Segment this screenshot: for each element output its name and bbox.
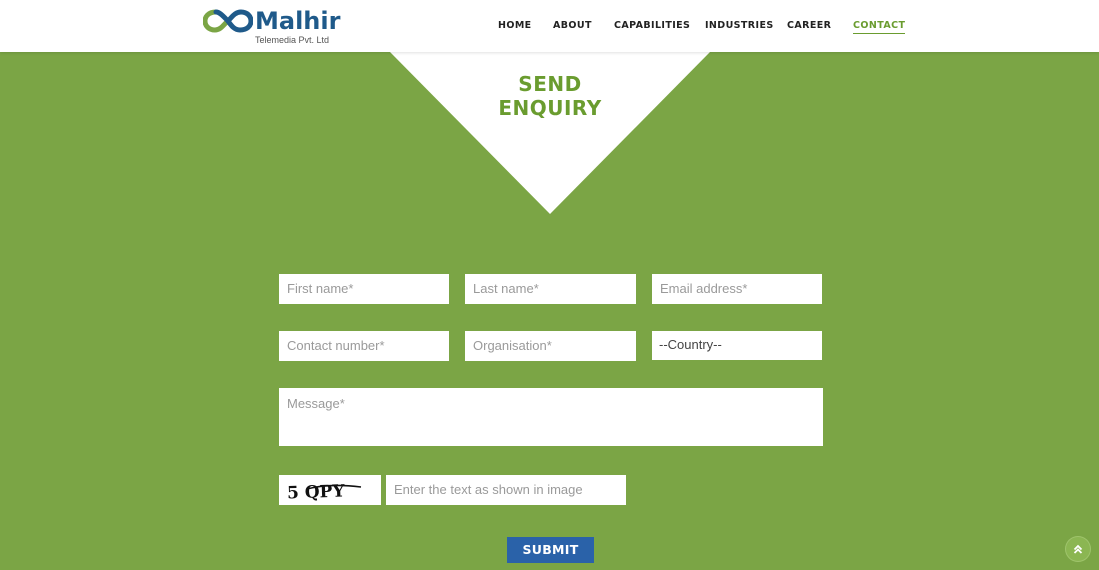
first-name-field[interactable]: First name* xyxy=(279,274,449,304)
nav-item-industries[interactable]: INDUSTRIES xyxy=(705,20,774,32)
brand-logo[interactable]: Malhir Telemedia Pvt. Ltd xyxy=(203,6,341,46)
infinity-logo-icon xyxy=(203,9,253,33)
double-chevron-up-icon xyxy=(1073,544,1083,554)
nav-item-about[interactable]: ABOUT xyxy=(553,20,592,32)
enquiry-heading-line1: SEND xyxy=(518,72,582,96)
nav-item-career[interactable]: CAREER xyxy=(787,20,831,32)
scroll-top-button[interactable] xyxy=(1066,537,1090,561)
enquiry-heading: SEND ENQUIRY xyxy=(470,72,630,120)
nav-item-capabilities[interactable]: CAPABILITIES xyxy=(614,20,690,32)
brand-subtitle: Telemedia Pvt. Ltd xyxy=(255,35,330,45)
organisation-field[interactable]: Organisation* xyxy=(465,331,636,361)
site-header: Malhir Telemedia Pvt. Ltd HOME ABOUT CAP… xyxy=(0,0,1099,52)
submit-button[interactable]: SUBMIT xyxy=(507,537,594,563)
captcha-image: 5 QPY xyxy=(279,475,381,505)
brand-name: Malhir xyxy=(255,7,341,35)
captcha-input[interactable]: Enter the text as shown in image xyxy=(386,475,626,505)
captcha-glyphs: 5 QPY xyxy=(287,481,362,503)
enquiry-heading-line2: ENQUIRY xyxy=(498,96,602,120)
last-name-field[interactable]: Last name* xyxy=(465,274,636,304)
nav-item-contact[interactable]: CONTACT xyxy=(853,20,906,34)
country-select[interactable]: --Country-- xyxy=(652,331,822,360)
email-field[interactable]: Email address* xyxy=(652,274,822,304)
nav-item-home[interactable]: HOME xyxy=(498,20,532,32)
message-field[interactable]: Message* xyxy=(279,388,823,446)
contact-number-field[interactable]: Contact number* xyxy=(279,331,449,361)
